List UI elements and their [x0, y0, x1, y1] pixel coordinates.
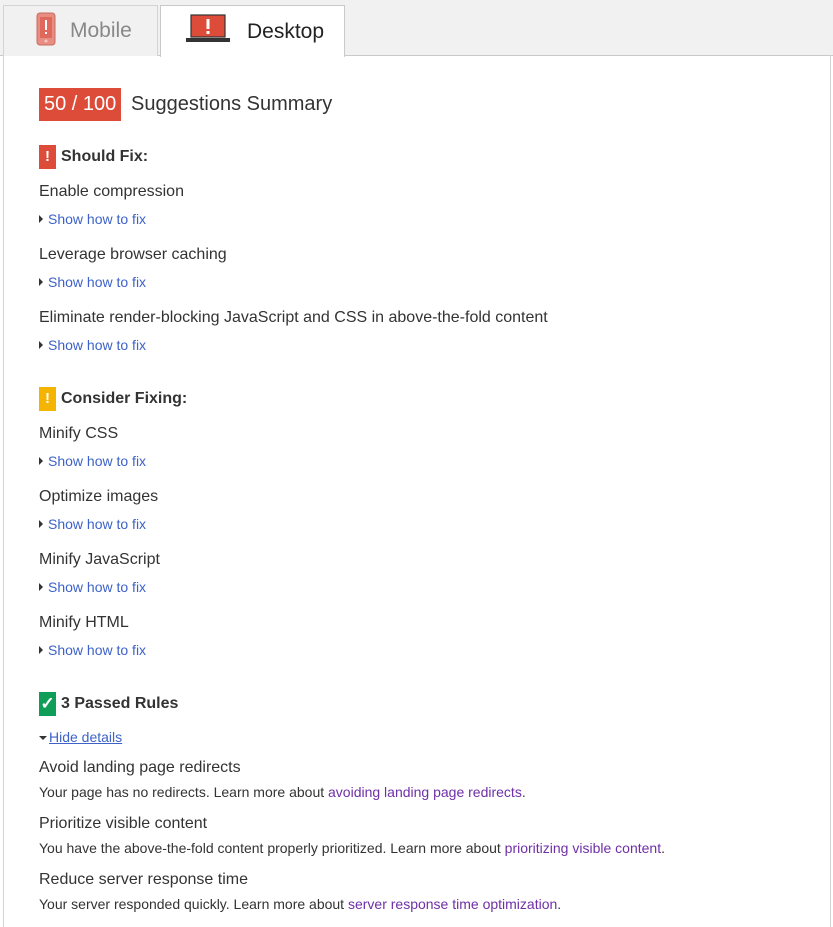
summary-title: Suggestions Summary	[131, 93, 333, 115]
show-how-to-fix-link[interactable]: Show how to fix	[39, 274, 146, 290]
rule-title: Minify HTML	[39, 614, 129, 631]
expand-arrow-icon	[39, 646, 43, 654]
desktop-monitor-icon	[185, 14, 231, 49]
expand-arrow-icon	[39, 278, 43, 286]
results-panel: 50 / 100 Suggestions Summary ! Should Fix…	[3, 55, 831, 927]
should-fix-label: Should Fix:	[61, 148, 149, 166]
expand-arrow-icon	[39, 215, 43, 223]
should-fix-heading: ! Should Fix:	[39, 145, 148, 169]
tab-mobile-label: Mobile	[70, 19, 132, 42]
description-end: .	[557, 896, 562, 912]
learn-more-link[interactable]: server response time optimization	[348, 896, 557, 912]
score-badge: 50 / 100	[39, 88, 122, 121]
link-label: Show how to fix	[48, 337, 147, 353]
description-text: Your page has no redirects. Learn more a…	[39, 784, 329, 800]
tab-desktop[interactable]: Desktop	[160, 5, 345, 57]
rule-title: Minify JavaScript	[39, 551, 160, 568]
link-label: Show how to fix	[48, 453, 147, 469]
checkmark-icon: ✓	[39, 692, 56, 716]
show-how-to-fix-link[interactable]: Show how to fix	[39, 579, 146, 595]
show-how-to-fix-link[interactable]: Show how to fix	[39, 516, 146, 532]
rule-title: Eliminate render-blocking JavaScript and…	[39, 309, 548, 326]
consider-fixing-label: Consider Fixing:	[61, 390, 188, 408]
link-label: Show how to fix	[48, 579, 147, 595]
hide-details-link[interactable]: Hide details	[39, 729, 122, 745]
expand-arrow-icon	[39, 583, 43, 591]
learn-more-link[interactable]: prioritizing visible content	[505, 840, 661, 856]
passed-rule-description: Your page has no redirects. Learn more a…	[39, 784, 526, 800]
show-how-to-fix-link[interactable]: Show how to fix	[39, 211, 146, 227]
link-label: Hide details	[49, 729, 123, 745]
link-label: Show how to fix	[48, 211, 147, 227]
expand-arrow-icon	[39, 341, 43, 349]
show-how-to-fix-link[interactable]: Show how to fix	[39, 642, 146, 658]
link-label: Show how to fix	[48, 642, 147, 658]
rule-title: Enable compression	[39, 183, 184, 200]
description-end: .	[521, 784, 526, 800]
expand-arrow-icon	[39, 520, 43, 528]
rule-title: Minify CSS	[39, 425, 119, 442]
passed-rule-title: Prioritize visible content	[39, 815, 208, 832]
show-how-to-fix-link[interactable]: Show how to fix	[39, 453, 146, 469]
description-end: .	[661, 840, 665, 856]
collapse-arrow-icon	[39, 736, 47, 740]
caution-icon: !	[39, 387, 56, 411]
tab-desktop-label: Desktop	[247, 19, 325, 43]
warning-icon: !	[39, 145, 56, 169]
rule-title: Leverage browser caching	[39, 246, 227, 263]
passed-rule-title: Avoid landing page redirects	[39, 759, 241, 776]
description-text: Your server responded quickly. Learn mor…	[39, 896, 348, 912]
link-label: Show how to fix	[48, 274, 147, 290]
device-tab-bar: Mobile Desktop	[0, 0, 833, 57]
link-label: Show how to fix	[48, 516, 147, 532]
rule-title: Optimize images	[39, 488, 159, 505]
passed-rule-description: You have the above-the-fold content prop…	[39, 840, 665, 856]
passed-rules-heading: ✓ 3 Passed Rules	[39, 692, 178, 716]
learn-more-link[interactable]: avoiding landing page redirects	[328, 784, 522, 800]
description-text: You have the above-the-fold content prop…	[39, 840, 505, 856]
show-how-to-fix-link[interactable]: Show how to fix	[39, 337, 146, 353]
mobile-phone-icon	[36, 12, 56, 51]
passed-rule-description: Your server responded quickly. Learn mor…	[39, 896, 561, 912]
passed-rule-title: Reduce server response time	[39, 871, 248, 888]
tab-mobile[interactable]: Mobile	[3, 5, 158, 56]
consider-fixing-heading: ! Consider Fixing:	[39, 387, 187, 411]
expand-arrow-icon	[39, 457, 43, 465]
passed-rules-label: 3 Passed Rules	[61, 695, 179, 713]
